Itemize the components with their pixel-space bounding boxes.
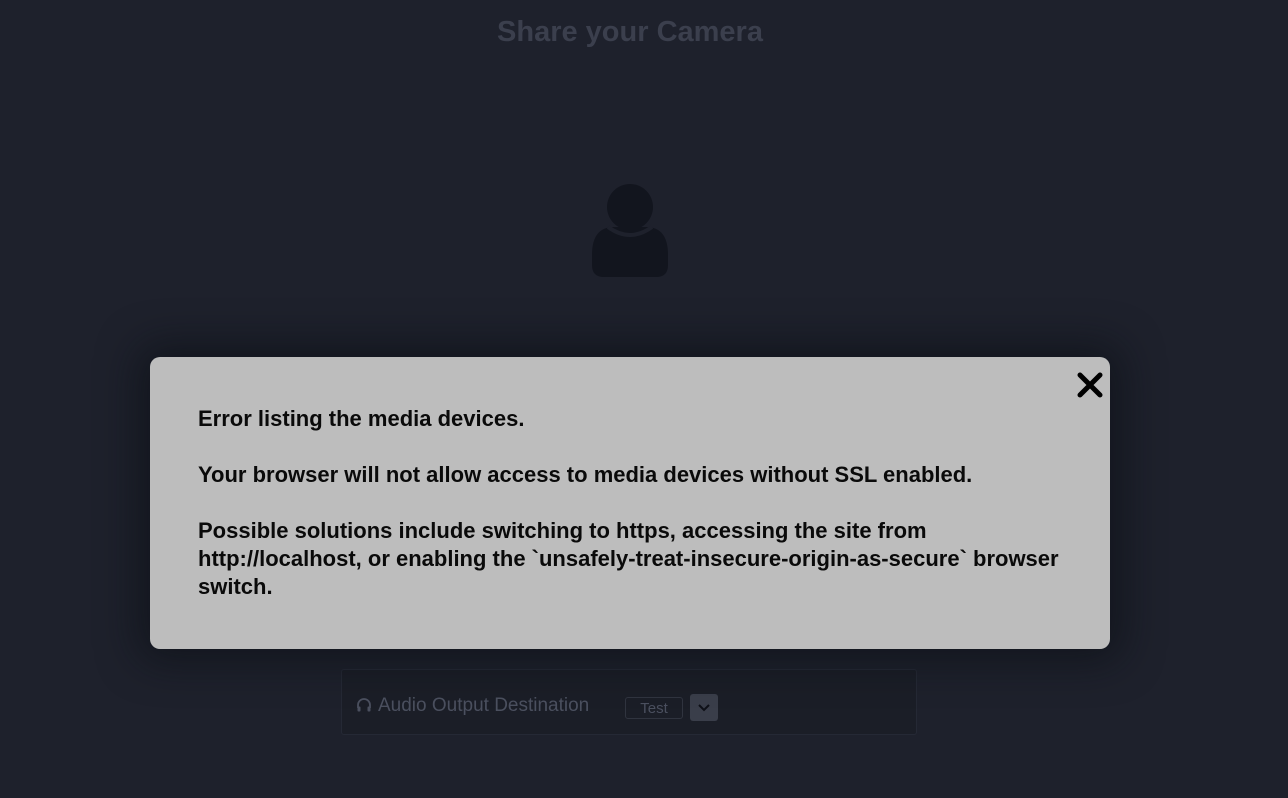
user-icon: [590, 183, 670, 278]
audio-output-row: Audio Output Destination: [356, 695, 589, 719]
error-modal: Error listing the media devices. Your br…: [150, 357, 1110, 649]
error-ssl-message: Your browser will not allow access to me…: [198, 462, 973, 487]
close-icon[interactable]: [1076, 371, 1104, 399]
headphones-icon: [356, 697, 372, 719]
share-camera-page: Share your Camera Audio Output Destinati…: [0, 0, 1288, 798]
chevron-down-icon: [698, 704, 710, 712]
page-title: Share your Camera: [497, 16, 763, 48]
audio-output-dropdown[interactable]: [690, 694, 718, 721]
error-message: Error listing the media devices. Your br…: [198, 405, 1078, 629]
audio-output-panel: Audio Output Destination Test: [341, 669, 917, 735]
error-solutions: Possible solutions include switching to …: [198, 518, 1059, 599]
test-audio-button[interactable]: Test: [625, 697, 683, 719]
audio-output-label: Audio Output Destination: [378, 695, 590, 716]
error-heading: Error listing the media devices.: [198, 406, 525, 431]
